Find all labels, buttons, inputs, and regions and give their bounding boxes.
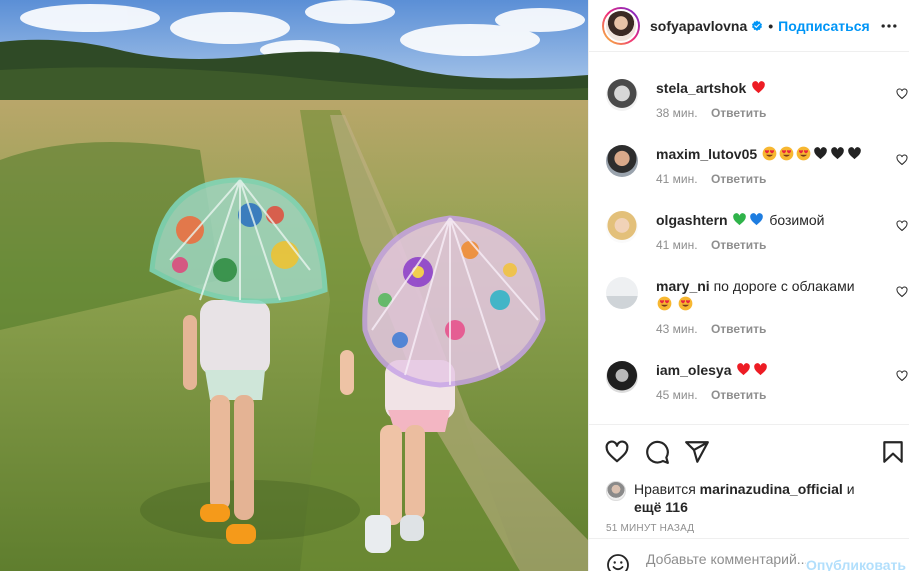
comment-avatar[interactable] <box>606 211 638 243</box>
comment-body: бозимой <box>769 212 825 228</box>
liker-username[interactable]: marinazudina_official <box>700 481 843 497</box>
comment-text: stela_artshok <box>656 79 874 97</box>
verified-badge-icon <box>752 20 763 31</box>
comment-text: maxim_lutov05 <box>656 145 874 163</box>
comment-avatar[interactable] <box>606 361 638 393</box>
comment-time: 38 мин. <box>656 106 698 120</box>
comments-list[interactable]: stela_artshok 38 мин. Ответить maxim_lut… <box>589 52 909 424</box>
comment-text: iam_olesya <box>656 361 874 379</box>
comment-time: 43 мин. <box>656 322 698 336</box>
follow-button[interactable]: Подписаться <box>778 18 870 34</box>
comment-time: 41 мин. <box>656 238 698 252</box>
heart-eyes-icon <box>762 146 777 161</box>
comment-username[interactable]: olgashtern <box>656 212 728 228</box>
more-horizontal-icon <box>881 24 897 28</box>
comment-username[interactable]: mary_ni <box>656 278 710 294</box>
black-heart-icon <box>814 147 827 160</box>
green-heart-icon <box>733 213 747 226</box>
likes-prefix: Нравится <box>634 481 696 497</box>
reply-button[interactable]: Ответить <box>711 322 766 336</box>
comment-meta: 43 мин. Ответить <box>656 322 766 336</box>
post-photo-image <box>0 0 588 571</box>
comment-body: по дороге с облаками <box>713 278 855 294</box>
red-heart-icon <box>737 363 751 376</box>
bookmark-icon[interactable] <box>880 439 906 465</box>
reply-button[interactable]: Ответить <box>711 172 766 186</box>
action-bar <box>589 424 909 480</box>
red-heart-icon <box>752 81 765 94</box>
comment-meta: 38 мин. Ответить <box>656 106 766 120</box>
comment-time: 41 мин. <box>656 172 698 186</box>
heart-eyes-icon <box>657 296 672 311</box>
comment-like-icon[interactable] <box>896 370 908 382</box>
emoji-smile-icon[interactable] <box>606 553 630 571</box>
comment-like-icon[interactable] <box>896 220 908 232</box>
likes-others-link[interactable]: ещё 116 <box>634 499 688 515</box>
comment-like-icon[interactable] <box>896 154 908 166</box>
owner-username[interactable]: sofyapavlovna <box>650 18 747 34</box>
separator-dot: • <box>768 17 774 34</box>
comment-time: 45 мин. <box>656 388 698 402</box>
black-heart-icon <box>848 147 861 160</box>
comment-username[interactable]: iam_olesya <box>656 362 732 378</box>
liker-avatar[interactable] <box>606 481 626 501</box>
owner-avatar[interactable] <box>602 6 640 45</box>
reply-button[interactable]: Ответить <box>711 106 766 120</box>
like-heart-icon[interactable] <box>604 439 630 465</box>
comment-username[interactable]: maxim_lutov05 <box>656 146 757 162</box>
red-heart-icon <box>754 363 768 376</box>
post-photo[interactable] <box>0 0 588 571</box>
post-timestamp[interactable]: 51 минут назад <box>606 523 694 534</box>
comment-like-icon[interactable] <box>896 286 908 298</box>
heart-eyes-icon <box>796 146 811 161</box>
post-header: sofyapavlovna • Подписаться <box>589 0 909 52</box>
likes-summary: Нравится marinazudina_official и ещё 116 <box>606 480 895 516</box>
comment-input[interactable] <box>646 551 806 567</box>
comment-meta: 41 мин. Ответить <box>656 172 766 186</box>
reply-button[interactable]: Ответить <box>711 388 766 402</box>
comment-meta: 45 мин. Ответить <box>656 388 766 402</box>
add-comment-bar: Опубликовать <box>589 538 909 571</box>
comment-username[interactable]: stela_artshok <box>656 80 746 96</box>
comment-meta: 41 мин. Ответить <box>656 238 766 252</box>
heart-eyes-icon <box>678 296 693 311</box>
comment-avatar[interactable] <box>606 145 638 177</box>
comment-text: olgashtern бозимой <box>656 211 874 229</box>
reply-button[interactable]: Ответить <box>711 238 766 252</box>
black-heart-icon <box>831 147 844 160</box>
publish-button[interactable]: Опубликовать <box>806 557 906 571</box>
comment-avatar[interactable] <box>606 79 638 111</box>
comment-text: mary_ni по дороге с облаками <box>656 277 874 313</box>
comment-bubble-icon[interactable] <box>644 439 670 465</box>
post-panel: sofyapavlovna • Подписаться stela_artsho… <box>588 0 909 571</box>
share-send-icon[interactable] <box>684 439 710 465</box>
comment-avatar[interactable] <box>606 277 638 309</box>
likes-and: и <box>846 481 855 497</box>
more-options-button[interactable] <box>877 14 901 38</box>
comment-like-icon[interactable] <box>896 88 908 100</box>
heart-eyes-icon <box>779 146 794 161</box>
blue-heart-icon <box>750 213 764 226</box>
